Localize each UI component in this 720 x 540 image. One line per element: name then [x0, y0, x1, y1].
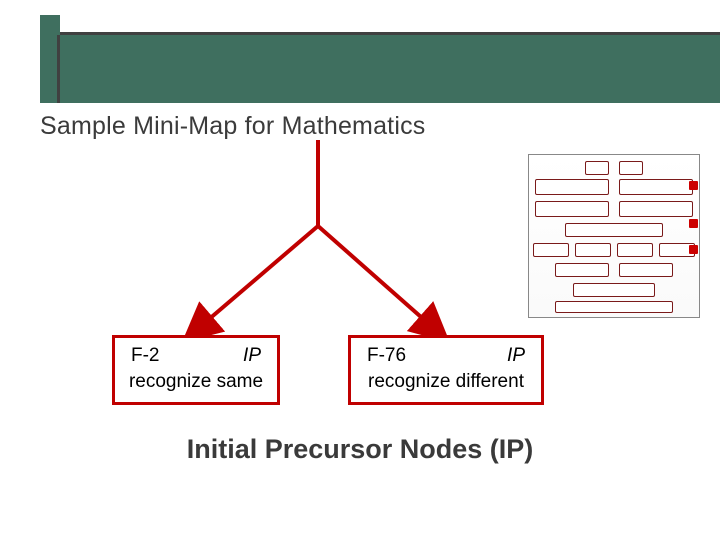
- footer-title: Initial Precursor Nodes (IP): [0, 434, 720, 465]
- node-code: F-76: [367, 344, 406, 368]
- header: [0, 0, 720, 103]
- slide-title: Sample Mini-Map for Mathematics: [40, 112, 426, 141]
- header-green-bar: [40, 35, 720, 103]
- node-tag: IP: [243, 344, 261, 368]
- node-desc: recognize same: [125, 370, 267, 394]
- node-desc: recognize different: [361, 370, 531, 394]
- header-vertical-rule: [57, 35, 60, 103]
- mini-map-thumbnail: [528, 154, 700, 318]
- node-code: F-2: [131, 344, 160, 368]
- slide: Sample Mini-Map for Mathematics F-2 IP: [0, 0, 720, 540]
- node-f-2: F-2 IP recognize same: [112, 335, 280, 405]
- header-square-accent: [40, 15, 60, 35]
- node-tag: IP: [507, 344, 525, 368]
- node-f-76: F-76 IP recognize different: [348, 335, 544, 405]
